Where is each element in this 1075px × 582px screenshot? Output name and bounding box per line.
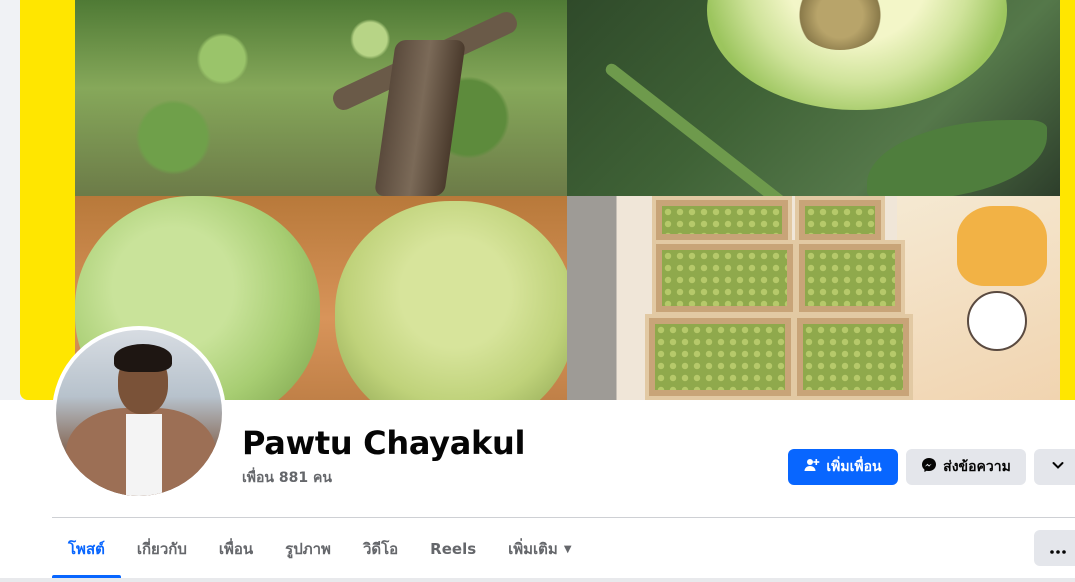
- tab-label: วิดีโอ: [362, 540, 399, 558]
- friend-count[interactable]: เพื่อน 881 คน: [242, 467, 332, 489]
- message-button[interactable]: ส่งข้อความ: [906, 449, 1026, 485]
- tab-about[interactable]: เกี่ยวกับ: [121, 520, 203, 578]
- more-actions-button[interactable]: [1034, 449, 1075, 485]
- tab-videos[interactable]: วิดีโอ: [347, 520, 414, 578]
- tab-label: เกี่ยวกับ: [136, 540, 187, 558]
- person-plus-icon: [804, 457, 820, 477]
- add-friend-button[interactable]: เพิ่มเพื่อน: [788, 449, 898, 485]
- bottom-shadow: [0, 578, 1075, 582]
- tab-reels[interactable]: Reels: [414, 520, 492, 578]
- tab-label: เพิ่มเติม: [508, 540, 558, 558]
- cover-image-fruit-half: [567, 0, 1060, 196]
- tab-label: รูปภาพ: [285, 540, 331, 558]
- caret-down-icon: ▼: [563, 543, 572, 555]
- add-friend-label: เพิ่มเพื่อน: [826, 459, 882, 475]
- cover-image-tree: [75, 0, 567, 196]
- messenger-icon: [921, 457, 937, 477]
- tab-label: โพสต์: [68, 540, 105, 558]
- tab-posts[interactable]: โพสต์: [52, 520, 121, 578]
- tab-label: เพื่อน: [218, 540, 254, 558]
- more-horizontal-icon: [1050, 538, 1066, 559]
- chevron-down-icon: [1051, 458, 1065, 476]
- tab-photos[interactable]: รูปภาพ: [269, 520, 347, 578]
- cover-image-fruit-boxes: [567, 196, 1060, 400]
- message-label: ส่งข้อความ: [943, 459, 1011, 475]
- tab-friends[interactable]: เพื่อน: [203, 520, 269, 578]
- profile-name: Pawtu Chayakul: [242, 424, 526, 462]
- tab-label: Reels: [430, 540, 477, 558]
- tab-more[interactable]: เพิ่มเติม ▼: [492, 520, 587, 578]
- overflow-menu-button[interactable]: [1034, 530, 1075, 566]
- profile-page: Pawtu Chayakul เพื่อน 881 คน เพิ่มเพื่อน…: [0, 0, 1075, 582]
- profile-tabs: โพสต์ เกี่ยวกับ เพื่อน รูปภาพ วิดีโอ Ree…: [52, 520, 588, 578]
- profile-avatar[interactable]: [52, 326, 226, 500]
- header-divider: [52, 517, 1075, 518]
